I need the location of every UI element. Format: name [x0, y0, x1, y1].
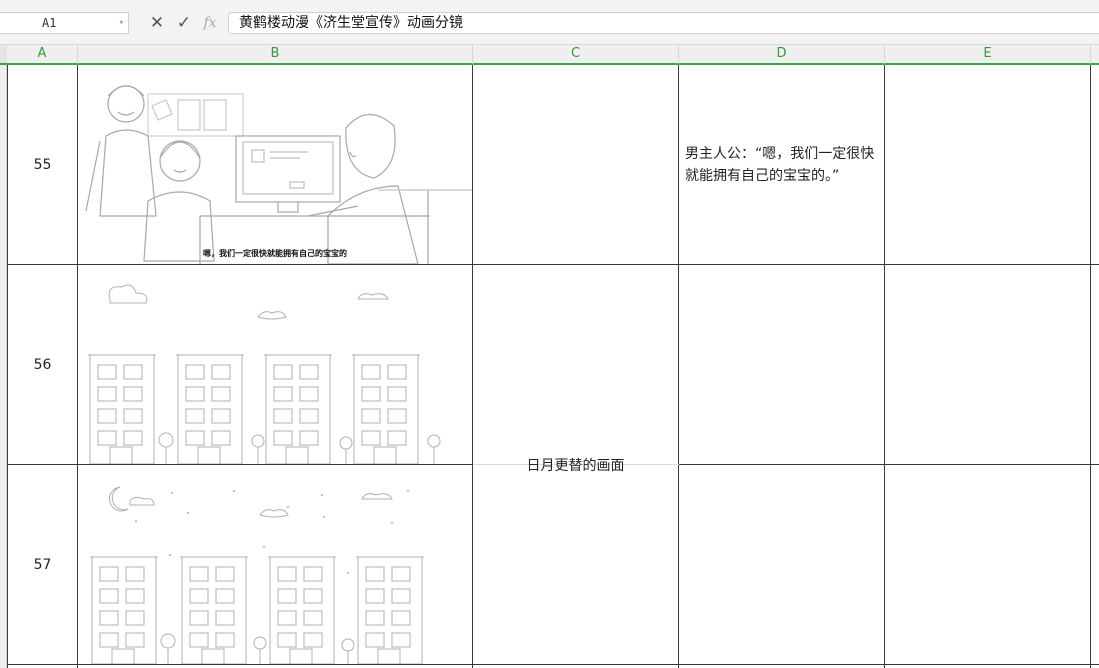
storyboard-subtitle: 嗯，我们一定很快就能拥有自己的宝宝的 — [203, 249, 347, 258]
cell-a55[interactable]: 55 — [8, 65, 77, 264]
chevron-down-icon[interactable]: ▾ — [119, 13, 124, 33]
cell-b56-storyboard-image[interactable] — [78, 265, 472, 464]
grid-line — [7, 664, 1099, 665]
fx-icon[interactable]: fx — [199, 12, 221, 34]
cell-d55-text: 男主人公：“嗯，我们一定很快就能拥有自己的宝宝的。” — [685, 145, 875, 184]
cell-a57[interactable]: 57 — [8, 465, 77, 664]
grid-line — [1090, 65, 1091, 668]
cell-a56[interactable]: 56 — [8, 265, 77, 464]
cell-b55-storyboard-image[interactable]: 嗯，我们一定很快就能拥有自己的宝宝的 — [78, 66, 472, 264]
formula-input[interactable]: 黄鹤楼动漫《济生堂宣传》动画分镜 — [228, 12, 1099, 34]
column-header-c[interactable]: C — [473, 45, 679, 65]
formula-bar: A1 ▾ ✕ ✓ fx 黄鹤楼动漫《济生堂宣传》动画分镜 — [0, 0, 1099, 45]
cell-e57[interactable] — [885, 465, 1090, 664]
cell-d57[interactable] — [679, 465, 884, 664]
cell-d56[interactable] — [679, 265, 884, 464]
cell-e55[interactable] — [885, 65, 1090, 264]
cell-c56-c57-merged[interactable]: 日月更替的画面 — [473, 265, 678, 664]
cell-e56[interactable] — [885, 265, 1090, 464]
cell-c55[interactable] — [473, 65, 678, 264]
row-header-strip — [0, 65, 7, 668]
column-header-f[interactable] — [1091, 45, 1099, 65]
name-box-value: A1 — [42, 16, 57, 30]
cell-b57-storyboard-image[interactable] — [78, 465, 472, 664]
column-header-d[interactable]: D — [679, 45, 885, 65]
column-header-b[interactable]: B — [78, 45, 473, 65]
column-header-e[interactable]: E — [885, 45, 1091, 65]
close-icon[interactable]: ✕ — [146, 12, 168, 34]
name-box[interactable]: A1 ▾ — [0, 12, 129, 34]
check-icon[interactable]: ✓ — [173, 12, 195, 34]
cell-d55[interactable]: 男主人公：“嗯，我们一定很快就能拥有自己的宝宝的。” — [679, 65, 884, 264]
select-all-corner[interactable] — [0, 45, 7, 65]
column-header-a[interactable]: A — [7, 45, 78, 65]
